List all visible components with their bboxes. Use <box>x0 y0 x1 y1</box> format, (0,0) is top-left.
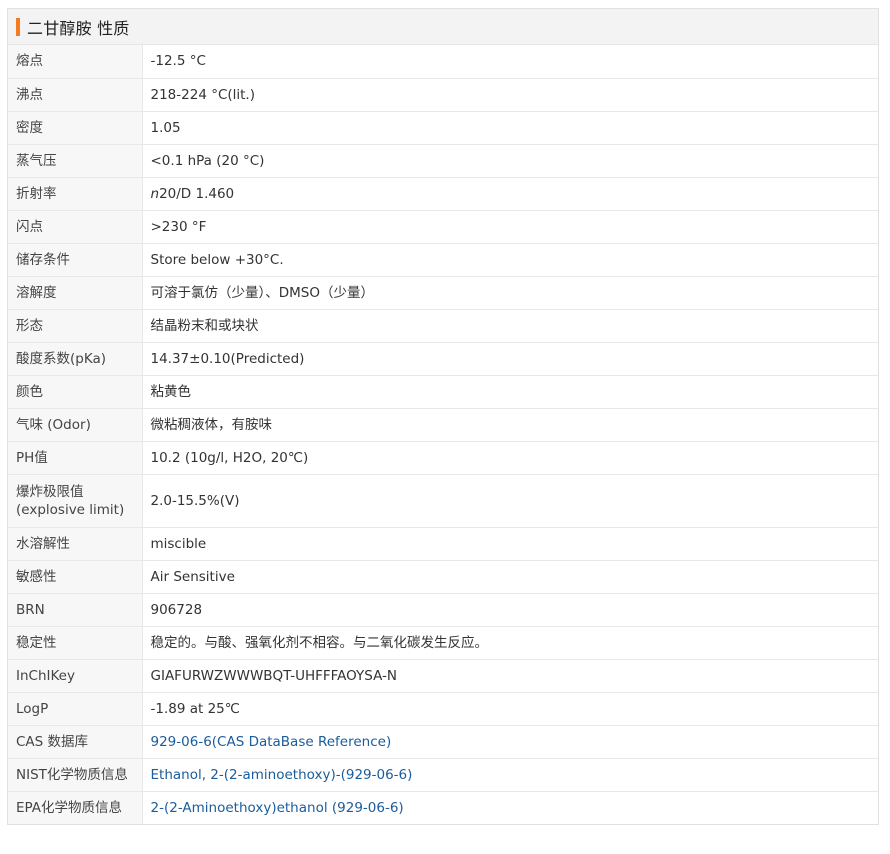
table-row: 储存条件 Store below +30°C. <box>8 242 878 276</box>
property-value: 2.0-15.5%(V) <box>142 473 878 527</box>
table-row: 酸度系数(pKa) 14.37±0.10(Predicted) <box>8 341 878 375</box>
accent-bar <box>16 17 20 36</box>
table-row: 熔点 -12.5 °C <box>8 45 878 78</box>
property-label: 蒸气压 <box>8 143 143 177</box>
property-label: NIST化学物质信息 <box>8 757 143 791</box>
property-value: <0.1 hPa (20 °C) <box>142 143 878 177</box>
refractive-index-value: 20/D 1.460 <box>159 185 235 202</box>
property-label: 稳定性 <box>8 625 143 659</box>
table-row: NIST化学物质信息 Ethanol, 2-(2-aminoethoxy)-(9… <box>8 757 878 791</box>
property-value: miscible <box>142 526 878 560</box>
epa-info-link[interactable]: 2-(2-Aminoethoxy)ethanol (929-06-6) <box>151 800 404 816</box>
property-label: 沸点 <box>8 77 143 111</box>
cas-database-link[interactable]: 929-06-6(CAS DataBase Reference) <box>151 734 392 750</box>
property-value: 218-224 °C(lit.) <box>142 77 878 111</box>
table-row: 溶解度 可溶于氯仿（少量）、DMSO（少量） <box>8 275 878 309</box>
property-label: 水溶解性 <box>8 526 143 560</box>
properties-table: 熔点 -12.5 °C 沸点 218-224 °C(lit.) 密度 1.05 … <box>8 45 878 824</box>
property-value: Air Sensitive <box>142 559 878 593</box>
table-row: 爆炸极限值(explosive limit) 2.0-15.5%(V) <box>8 473 878 527</box>
table-row: 颜色 粘黄色 <box>8 374 878 408</box>
property-label: 爆炸极限值(explosive limit) <box>8 473 143 527</box>
property-label: 闪点 <box>8 209 143 243</box>
property-value: -12.5 °C <box>150 53 206 70</box>
property-value: n20/D 1.460 <box>142 176 878 210</box>
property-label: EPA化学物质信息 <box>8 790 143 824</box>
table-row: BRN 906728 <box>8 592 878 626</box>
property-value: Ethanol, 2-(2-aminoethoxy)-(929-06-6) <box>142 757 878 791</box>
property-value: 2-(2-Aminoethoxy)ethanol (929-06-6) <box>142 790 878 824</box>
property-label: BRN <box>8 592 143 626</box>
property-label: 敏感性 <box>8 559 143 593</box>
property-value: 可溶于氯仿（少量）、DMSO（少量） <box>142 275 878 309</box>
property-label: 密度 <box>8 110 143 144</box>
property-value: 14.37±0.10(Predicted) <box>142 341 878 375</box>
property-value: 稳定的。与酸、强氧化剂不相容。与二氧化碳发生反应。 <box>142 625 878 659</box>
nist-info-link[interactable]: Ethanol, 2-(2-aminoethoxy)-(929-06-6) <box>151 767 413 783</box>
table-row: 水溶解性 miscible <box>8 526 878 560</box>
property-value: GIAFURWZWWWBQT-UHFFFAOYSA-N <box>142 658 878 692</box>
property-value: -1.89 at 25℃ <box>142 691 878 725</box>
table-row: 密度 1.05 <box>8 110 878 144</box>
table-row: PH值 10.2 (10g/l, H2O, 20℃) <box>8 440 878 474</box>
refractive-index-prefix: n <box>150 185 160 202</box>
table-row: 折射率 n20/D 1.460 <box>8 176 878 210</box>
table-row: 稳定性 稳定的。与酸、强氧化剂不相容。与二氧化碳发生反应。 <box>8 625 878 659</box>
property-label: 形态 <box>8 308 143 342</box>
table-row: 蒸气压 <0.1 hPa (20 °C) <box>8 143 878 177</box>
property-value: 10.2 (10g/l, H2O, 20℃) <box>142 440 878 474</box>
property-label: 颜色 <box>8 374 143 408</box>
page-title: 二甘醇胺 性质 <box>27 18 130 38</box>
properties-panel: 二甘醇胺 性质 熔点 -12.5 °C 沸点 218-224 °C(lit.) … <box>7 8 879 825</box>
table-row: InChIKey GIAFURWZWWWBQT-UHFFFAOYSA-N <box>8 658 878 692</box>
table-row: 敏感性 Air Sensitive <box>8 559 878 593</box>
table-row: 形态 结晶粉末和或块状 <box>8 308 878 342</box>
property-value: 结晶粉末和或块状 <box>142 308 878 342</box>
table-row: 闪点 >230 °F <box>8 209 878 243</box>
property-value: 1.05 <box>142 110 878 144</box>
panel-header: 二甘醇胺 性质 <box>8 9 878 45</box>
table-row: LogP -1.89 at 25℃ <box>8 691 878 725</box>
property-label: 溶解度 <box>8 275 143 309</box>
property-label: InChIKey <box>8 658 143 692</box>
property-label: CAS 数据库 <box>8 724 143 758</box>
property-label: 熔点 <box>8 45 143 78</box>
property-label: 气味 (Odor) <box>8 407 143 441</box>
table-row: 气味 (Odor) 微粘稠液体，有胺味 <box>8 407 878 441</box>
property-label: 酸度系数(pKa) <box>8 341 143 375</box>
property-value: Store below +30°C. <box>142 242 878 276</box>
table-row: 沸点 218-224 °C(lit.) <box>8 77 878 111</box>
property-label: 折射率 <box>8 176 143 210</box>
property-value: 929-06-6(CAS DataBase Reference) <box>142 724 878 758</box>
property-label: PH值 <box>8 440 143 474</box>
property-value: 粘黄色 <box>142 374 878 408</box>
property-label: 储存条件 <box>8 242 143 276</box>
property-value: 微粘稠液体，有胺味 <box>142 407 878 441</box>
property-value: >230 °F <box>142 209 878 243</box>
property-label: LogP <box>8 691 143 725</box>
property-value: 906728 <box>142 592 878 626</box>
table-row: CAS 数据库 929-06-6(CAS DataBase Reference) <box>8 724 878 758</box>
table-row: EPA化学物质信息 2-(2-Aminoethoxy)ethanol (929-… <box>8 790 878 824</box>
